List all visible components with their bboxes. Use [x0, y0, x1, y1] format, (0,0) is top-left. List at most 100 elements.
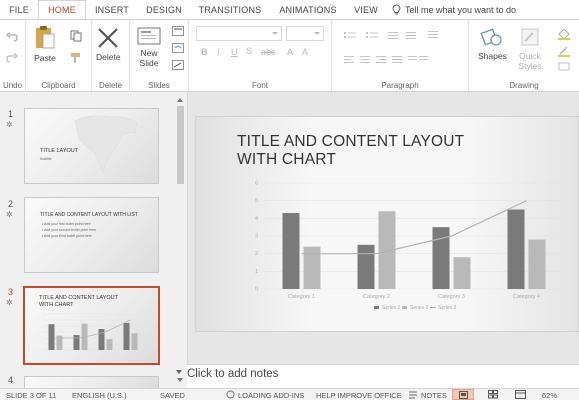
slide-thumbnail-4[interactable]: [24, 376, 159, 388]
slide-number-3: 3: [8, 287, 14, 297]
lightbulb-icon: [392, 4, 401, 14]
delete-group-label: Delete: [98, 81, 123, 90]
bar-series-1: [282, 213, 300, 289]
tell-me-box[interactable]: Tell me what you want to do: [392, 0, 516, 19]
current-slide[interactable]: TITLE AND CONTENT LAYOUT WITH CHART 0 1 2 3 4…: [195, 116, 579, 332]
slide-thumbnail-2[interactable]: TITLE AND CONTENT LAYOUT WITH LIST • Add…: [24, 197, 159, 273]
underline-icon[interactable]: U: [231, 47, 238, 57]
slides-group-label: Slides: [148, 81, 170, 90]
format-painter-icon[interactable]: [70, 52, 82, 64]
slide-2-title: TITLE AND CONTENT LAYOUT WITH LIST: [40, 212, 138, 218]
mini-chart: [43, 313, 143, 351]
bar-series-1: [73, 335, 80, 350]
undo-group: Undo: [0, 20, 26, 92]
shadow-icon[interactable]: S: [246, 46, 252, 56]
slide-1-subtitle: Subtitle: [40, 157, 52, 161]
delete-button[interactable]: Delete: [96, 26, 121, 62]
font-size-down-icon[interactable]: A: [302, 47, 308, 57]
quick-styles-button[interactable]: Quick Styles: [518, 25, 542, 71]
x-tick-label: Category 2: [363, 294, 390, 300]
y-tick-label: 6: [255, 181, 258, 187]
paste-button[interactable]: Paste: [34, 25, 56, 63]
slide-2-bullet: • Add your first bullet point here: [42, 222, 91, 226]
legend-swatch: [402, 306, 407, 309]
addins-icon: [226, 390, 235, 399]
tab-transitions[interactable]: TRANSITIONS: [190, 0, 270, 19]
quick-styles-icon: [521, 28, 539, 46]
world-map-icon: [74, 115, 138, 174]
slide-thumbnail-3[interactable]: TITLE AND CONTENT LAYOUT WITH CHART: [23, 286, 160, 365]
notes-collapse-icon[interactable]: [176, 370, 182, 377]
paragraph-group: Paragraph: [332, 20, 469, 92]
improve-office-link[interactable]: HELP IMPROVE OFFICE: [316, 391, 402, 400]
italic-icon[interactable]: I: [217, 47, 220, 57]
bar-series-2: [528, 239, 546, 289]
bar-series-2: [453, 257, 471, 289]
legend-swatch: [374, 306, 379, 309]
zoom-level[interactable]: 62%: [542, 391, 557, 400]
tab-insert[interactable]: INSERT: [86, 0, 138, 19]
slide-thumbnail-1[interactable]: TITLE LAYOUT Subtitle: [24, 108, 159, 184]
reset-icon[interactable]: [172, 43, 184, 53]
strikethrough-icon[interactable]: abc: [261, 47, 276, 57]
font-size-combo[interactable]: [286, 26, 324, 41]
layout-icon[interactable]: [172, 26, 184, 36]
bar-series-1: [123, 323, 130, 350]
shape-effects-icon[interactable]: [557, 61, 571, 71]
status-bar: SLIDE 3 OF 11 ENGLISH (U.S.) SAVED LOADI…: [0, 388, 579, 400]
shape-fill-icon[interactable]: [557, 28, 571, 40]
thumbnail-scrollbar[interactable]: [175, 92, 186, 388]
undo-group-label: Undo: [2, 81, 23, 90]
tab-animations[interactable]: ANIMATIONS: [270, 0, 346, 19]
section-icon[interactable]: [172, 60, 184, 70]
tab-view[interactable]: VIEW: [346, 0, 386, 19]
redo-icon[interactable]: [6, 53, 18, 63]
shape-outline-icon[interactable]: [557, 45, 571, 57]
notes-toggle-label[interactable]: NOTES: [421, 391, 447, 400]
reading-view-icon[interactable]: [515, 390, 526, 399]
shapes-icon: [480, 28, 503, 46]
font-name-combo[interactable]: [196, 26, 282, 41]
paragraph-group-label: Paragraph: [381, 81, 419, 90]
legend-label: Series 3: [438, 305, 457, 311]
y-tick-label: 1: [255, 269, 258, 275]
slide-chart[interactable]: 0 1 2 3 4 5 6 Category 1 Category 2 Category 3 Cat…: [234, 179, 564, 313]
y-tick-label: 5: [255, 198, 258, 204]
copy-icon[interactable]: [70, 30, 82, 42]
tab-file[interactable]: FILE: [0, 0, 38, 19]
scroll-thumb[interactable]: [177, 106, 184, 184]
slide-3-title: TITLE AND CONTENT LAYOUT WITH CHART: [39, 295, 118, 308]
slide-count-status[interactable]: SLIDE 3 OF 11: [6, 391, 56, 400]
slide-title[interactable]: TITLE AND CONTENT LAYOUT WITH CHART: [237, 133, 464, 169]
bold-icon[interactable]: B: [201, 47, 208, 57]
font-size-up-icon[interactable]: A: [287, 47, 293, 57]
notes-toggle-icon[interactable]: [408, 390, 418, 399]
notes-pane[interactable]: Click to add notes: [187, 364, 579, 388]
save-status: SAVED: [160, 391, 185, 400]
notes-placeholder[interactable]: Click to add notes: [187, 368, 278, 380]
font-group-label: Font: [251, 81, 268, 90]
new-slide-button[interactable]: New Slide: [137, 26, 161, 68]
normal-view-icon[interactable]: [452, 389, 474, 400]
animation-star-icon: ✲: [6, 120, 13, 129]
shapes-button[interactable]: Shapes: [478, 25, 507, 61]
drawing-group: Shapes Quick Styles Drawing: [469, 20, 579, 92]
slide-editor: TITLE AND CONTENT LAYOUT WITH CHART 0 1 2 3 4…: [188, 92, 579, 364]
clipboard-group: Paste Clipboard: [26, 20, 92, 92]
slide-number-4: 4: [8, 375, 14, 385]
scroll-up-icon[interactable]: [177, 95, 183, 102]
bar-series-2: [303, 246, 321, 289]
bar-series-1: [357, 244, 375, 289]
slide-1-title: TITLE LAYOUT: [40, 148, 79, 154]
language-status[interactable]: ENGLISH (U.S.): [72, 391, 127, 400]
y-tick-label: 0: [255, 287, 258, 293]
tell-me-text: Tell me what you want to do: [405, 4, 517, 15]
tab-home[interactable]: HOME: [38, 0, 86, 19]
scroll-down-icon[interactable]: [177, 378, 183, 385]
tab-design[interactable]: DESIGN: [138, 0, 190, 19]
undo-icon[interactable]: [6, 32, 18, 42]
new-slide-icon: [137, 27, 161, 45]
y-tick-label: 3: [255, 234, 258, 240]
slide-sorter-icon[interactable]: [488, 390, 498, 399]
slide-2-bullet: • Add your third bullet point here: [42, 234, 92, 238]
